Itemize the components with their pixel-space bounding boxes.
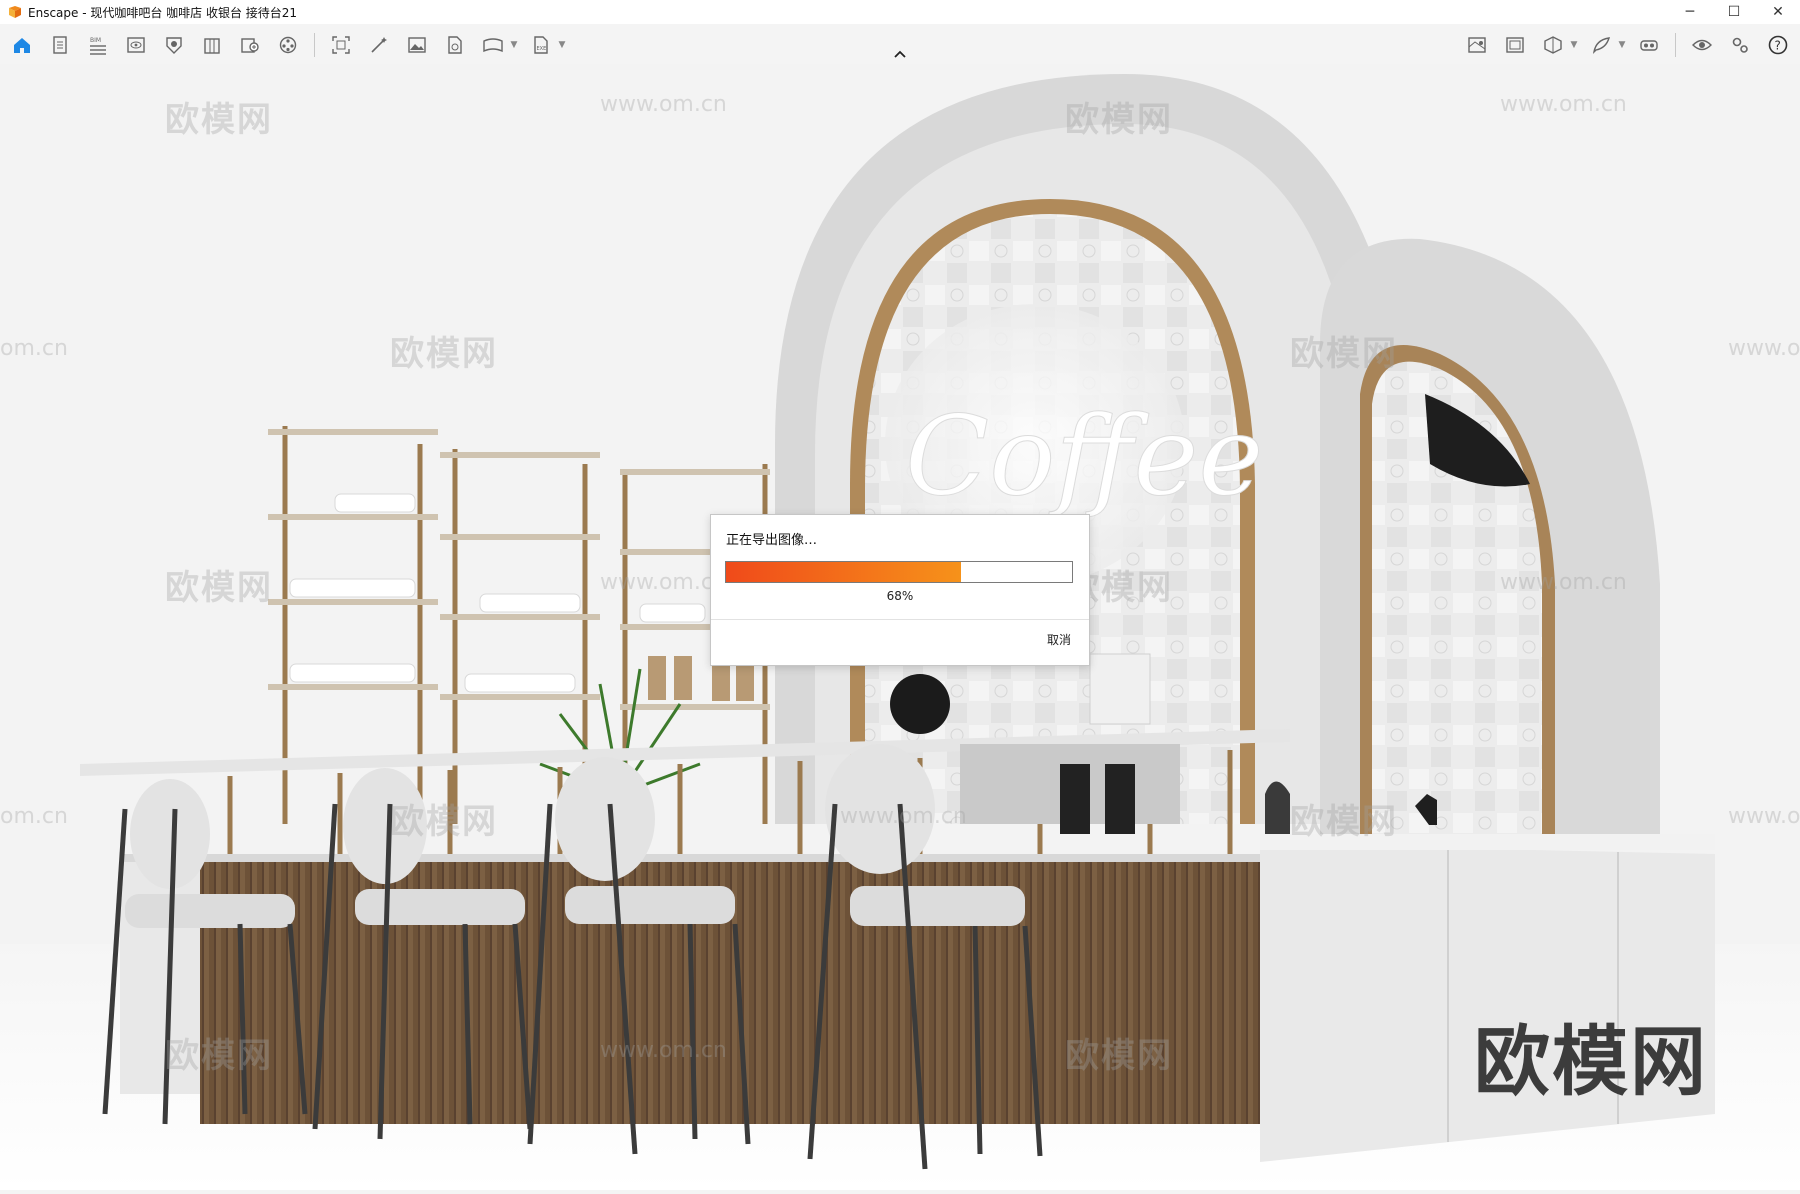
- material-icon: [166, 37, 182, 54]
- exe-export-icon: EXE: [534, 36, 548, 54]
- chevron-down-icon[interactable]: ▼: [557, 29, 567, 61]
- export-progress-dialog: 正在导出图像… 68% 取消: [710, 514, 1090, 666]
- bim-button[interactable]: BIM: [82, 29, 114, 61]
- chevron-down-icon[interactable]: ▼: [509, 29, 519, 61]
- maximize-button[interactable]: ☐: [1712, 0, 1756, 24]
- watermark-url: om.cn: [0, 804, 68, 829]
- magic-wand-icon: [371, 37, 387, 53]
- watermark-brand: 欧模网: [165, 1036, 273, 1076]
- views-button[interactable]: [120, 29, 152, 61]
- render-image-button[interactable]: [401, 29, 433, 61]
- magic-wand-button[interactable]: [363, 29, 395, 61]
- watermark-url: www.om.cn: [1500, 92, 1627, 117]
- watermark-brand: 欧模网: [1065, 100, 1173, 140]
- video-editor-button[interactable]: [272, 29, 304, 61]
- brand-logo-text: 欧模网: [1474, 1017, 1708, 1106]
- close-button[interactable]: ✕: [1756, 0, 1800, 24]
- toolbar-separator: [1675, 33, 1676, 57]
- vr-headset-button[interactable]: [1633, 29, 1665, 61]
- dialog-title: 正在导出图像…: [726, 533, 818, 548]
- screenshot-icon: [332, 36, 350, 54]
- enscape-logo-icon: [9, 6, 21, 18]
- watermark-url: www.om.cn: [600, 1038, 727, 1063]
- screenshot-button[interactable]: [325, 29, 357, 61]
- export-file-button[interactable]: [439, 29, 471, 61]
- cube-view-icon: [1544, 36, 1562, 54]
- settings-button[interactable]: [1724, 29, 1756, 61]
- watermark-url: om.cn: [0, 336, 68, 361]
- home-icon: [14, 38, 30, 53]
- settings-icon: [1732, 37, 1748, 53]
- watermark-url: www.om.cn: [600, 570, 727, 595]
- image-gallery-button[interactable]: [1499, 29, 1531, 61]
- cube-view-button[interactable]: [1537, 29, 1569, 61]
- bim-icon: BIM: [90, 37, 106, 55]
- watermark-brand: 欧模网: [390, 334, 498, 374]
- asset-library-icon: [241, 38, 259, 53]
- chevron-up-icon: [894, 50, 906, 58]
- progress-bar: [725, 561, 1073, 583]
- chevron-down-icon[interactable]: ▼: [1569, 29, 1579, 61]
- cancel-button[interactable]: 取消: [1047, 631, 1071, 648]
- watermark-brand: 欧模网: [165, 100, 273, 140]
- video-editor-icon: [279, 36, 297, 54]
- watermark-url: www.o: [1728, 804, 1800, 829]
- map-button[interactable]: [1461, 29, 1493, 61]
- building-icon: [204, 38, 220, 54]
- building-button[interactable]: [196, 29, 228, 61]
- export-file-icon: [448, 36, 462, 54]
- watermark-brand: 欧模网: [1065, 1036, 1173, 1076]
- toolbar-separator: [314, 33, 315, 57]
- home-button[interactable]: [6, 29, 38, 61]
- image-icon: [408, 37, 426, 53]
- map-icon: [1468, 37, 1486, 53]
- minimize-button[interactable]: ─: [1668, 0, 1712, 24]
- visual-settings-button[interactable]: [1686, 29, 1718, 61]
- watermark-url: www.om.cn: [840, 804, 967, 829]
- dialog-divider: [711, 619, 1089, 620]
- feather-icon: [1592, 37, 1610, 55]
- collapse-toolbar-button[interactable]: [890, 46, 910, 62]
- image-gallery-icon: [1506, 37, 1524, 53]
- help-button[interactable]: ?: [1762, 29, 1794, 61]
- watermark-url: www.om.cn: [600, 92, 727, 117]
- panorama-button[interactable]: [477, 29, 509, 61]
- material-button[interactable]: [158, 29, 190, 61]
- vr-headset-icon: [1640, 40, 1658, 51]
- watermark-brand: 欧模网: [390, 802, 498, 842]
- document-button[interactable]: [44, 29, 76, 61]
- svg-text:EXE: EXE: [537, 46, 547, 52]
- feather-button[interactable]: [1585, 29, 1617, 61]
- asset-library-button[interactable]: [234, 29, 266, 61]
- toolbar-left: BIM ▼ EXE ▼: [6, 26, 567, 64]
- progress-percent: 68%: [886, 589, 914, 603]
- chevron-down-icon[interactable]: ▼: [1617, 29, 1627, 61]
- watermark-brand: 欧模网: [1290, 334, 1398, 374]
- svg-text:Coffee: Coffee: [905, 392, 1264, 520]
- svg-text:BIM: BIM: [90, 37, 101, 44]
- watermark-brand: 欧模网: [1290, 802, 1398, 842]
- title-bar: Enscape - 现代咖啡吧台 咖啡店 收银台 接待台21 ─ ☐ ✕: [0, 0, 1800, 24]
- svg-text:?: ?: [1775, 39, 1781, 53]
- progress-fill: [726, 562, 962, 582]
- view-icon: [127, 37, 145, 53]
- help-icon: ?: [1768, 35, 1788, 55]
- watermark-url: www.o: [1728, 336, 1800, 361]
- document-icon: [53, 36, 67, 54]
- watermark-url: www.om.cn: [1500, 570, 1627, 595]
- eye-icon: [1692, 39, 1712, 51]
- toolbar-right: ▼ ▼ ?: [1461, 26, 1794, 64]
- window-title: Enscape - 现代咖啡吧台 咖啡店 收银台 接待台21: [28, 5, 298, 20]
- panorama-icon: [483, 38, 503, 53]
- exe-export-button[interactable]: EXE: [525, 29, 557, 61]
- watermark-brand: 欧模网: [165, 568, 273, 608]
